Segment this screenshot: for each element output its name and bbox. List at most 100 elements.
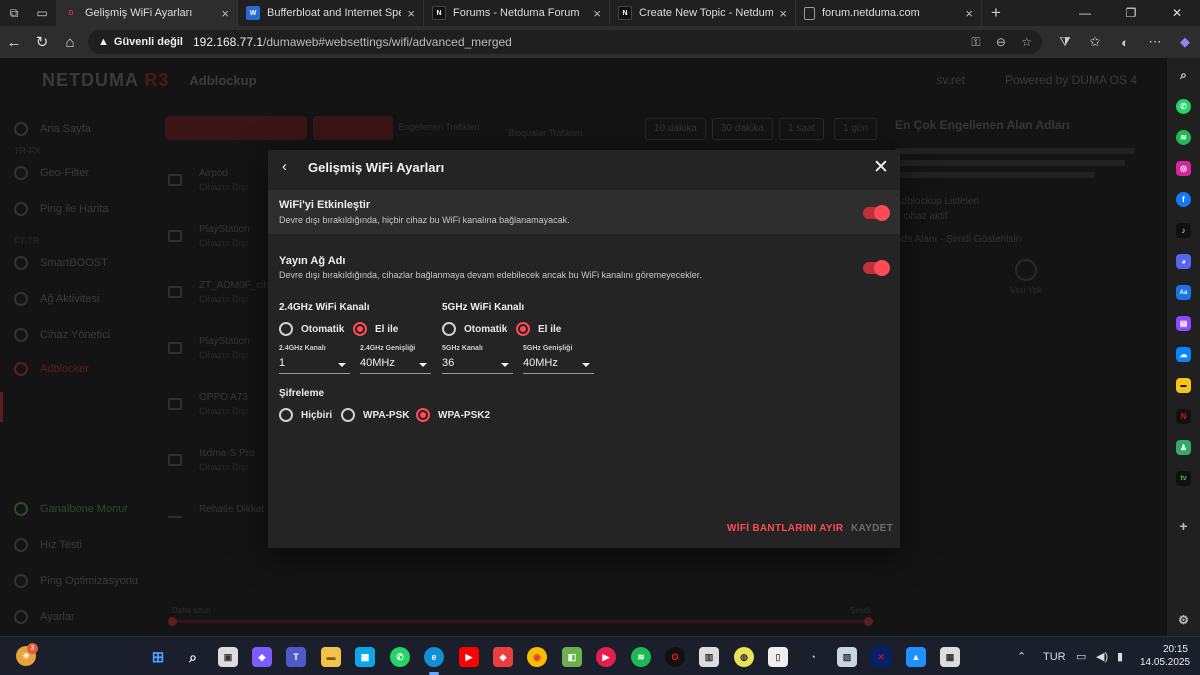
sidebar-item-smartboost[interactable]: SmartBOOST (14, 256, 108, 270)
file-explorer-icon[interactable]: ▬ (321, 647, 341, 667)
encryption-wpa-psk2-radio[interactable]: WPA-PSK2 (416, 408, 490, 422)
address-bar[interactable]: ▲ Güvenli değil 192.168.77.1/dumaweb#web… (88, 30, 1042, 54)
secondary-action-button[interactable] (313, 116, 393, 140)
close-icon[interactable]: ✕ (872, 156, 890, 178)
store-icon[interactable]: ▦ (355, 647, 375, 667)
maximize-icon[interactable]: ❐ (1108, 6, 1154, 20)
bluestacks-icon[interactable]: ◧ (562, 647, 582, 667)
band5-auto-radio[interactable]: Otomatik (442, 322, 507, 336)
home-icon[interactable]: ⌂ (56, 34, 84, 51)
tab-3[interactable]: N Create New Topic - Netduma Foru × (610, 0, 796, 26)
youtube-icon[interactable]: ▶ (459, 647, 479, 667)
opera-icon[interactable]: O (665, 647, 685, 667)
tv-icon[interactable]: tv (1176, 471, 1191, 486)
search-icon[interactable]: ⌕ (1176, 68, 1191, 83)
instagram-icon[interactable]: ◎ (1176, 161, 1191, 176)
url-text[interactable]: 192.168.77.1/dumaweb#websettings/wifi/ad… (193, 35, 959, 49)
wifi-enable-toggle[interactable] (863, 205, 890, 221)
favorites-icon[interactable]: ✩ (1080, 34, 1110, 50)
minimize-icon[interactable]: — (1062, 6, 1108, 20)
uk-flag-icon[interactable]: ✕ (871, 647, 891, 667)
primary-action-button[interactable] (165, 116, 307, 140)
close-tab-icon[interactable]: × (221, 6, 229, 21)
sidebar-item-adblocker[interactable]: Adblocker (14, 362, 89, 376)
time-slider[interactable] (168, 617, 873, 626)
copilot-icon[interactable]: ◆ (1170, 34, 1200, 50)
weather-icon[interactable]: ☁ (1176, 347, 1191, 362)
sidebar-item-ping-map[interactable]: Ping ile Harita (14, 202, 108, 216)
device-row[interactable]: ZT_ADM0F_cih Cihazın Dışı (165, 274, 270, 314)
sidebar-settings-icon[interactable]: ⚙ (1176, 612, 1191, 627)
tab-actions-icon[interactable]: ▭ (28, 0, 56, 26)
broadcast-toggle[interactable] (863, 260, 890, 276)
music-icon[interactable]: ▶ (596, 647, 616, 667)
add-icon[interactable]: + (1176, 518, 1191, 534)
anydesk-icon[interactable]: ◈ (493, 647, 513, 667)
twitch-icon[interactable]: ▤ (1176, 316, 1191, 331)
tiktok-icon[interactable]: ♪ (1176, 223, 1191, 238)
clock[interactable]: 20:15 14.05.2025 (1140, 643, 1190, 669)
tab-2[interactable]: N Forums - Netduma Forum × (424, 0, 610, 26)
range-chip[interactable]: 30 dakika (712, 118, 773, 140)
tray-chevron-icon[interactable]: ⌃ (1017, 637, 1026, 675)
display-icon[interactable]: ▭ (1076, 637, 1086, 675)
split-bands-button[interactable]: WİFİ BANTLARINI AYIR (727, 523, 843, 534)
back-icon[interactable]: ← (0, 34, 28, 51)
favorite-star-icon[interactable]: ☆ (1021, 35, 1032, 49)
slider-handle[interactable] (168, 617, 177, 626)
key-icon[interactable]: ⚿ (971, 35, 980, 49)
encryption-wpa-psk-radio[interactable]: WPA-PSK (341, 408, 409, 422)
copilot-icon[interactable]: ◆ (252, 647, 272, 667)
save-button[interactable]: KAYDET (851, 523, 893, 534)
close-tab-icon[interactable]: × (965, 6, 973, 21)
zoom-icon[interactable]: ⊖ (996, 35, 1006, 49)
discord-icon[interactable]: ◕ (1176, 254, 1191, 269)
image-viewer-icon[interactable]: ▨ (837, 647, 857, 667)
band5-channel-select[interactable]: 36 (442, 356, 513, 374)
device-row[interactable]: PlayStation Cihazın Dışı (165, 330, 270, 370)
document-icon[interactable]: ▯ (768, 647, 788, 667)
tab-1[interactable]: W Bufferbloat and Internet Speed Te × (238, 0, 424, 26)
device-row[interactable]: Rehatle Dikkat (165, 498, 270, 538)
extensions-icon[interactable]: ⧩ (1050, 34, 1080, 50)
imdb-icon[interactable]: ▬ (1176, 378, 1191, 393)
range-chip[interactable]: 1 gün (834, 118, 878, 140)
close-tab-icon[interactable]: × (779, 6, 787, 21)
band24-channel-select[interactable]: 1 (279, 356, 350, 374)
tab-0[interactable]: D Gelişmiş WiFi Ayarları × (56, 0, 238, 26)
whatsapp-icon[interactable]: ✆ (1176, 99, 1191, 114)
battery-icon[interactable]: ▮ (1117, 637, 1123, 675)
speedometer-icon[interactable]: ◔ (803, 647, 823, 667)
whatsapp-icon[interactable]: ✆ (390, 647, 410, 667)
volume-icon[interactable]: ◀) (1096, 637, 1108, 675)
sidebar-item-home[interactable]: Ana Sayfa (14, 122, 91, 136)
close-tab-icon[interactable]: × (593, 6, 601, 21)
facebook-icon[interactable]: f (1176, 192, 1191, 207)
sidebar-item-device-manager[interactable]: Cihaz Yönetici (14, 328, 110, 342)
sidebar-item-geofilter[interactable]: Geo-Filter (14, 166, 89, 180)
translate-icon[interactable]: Aa (1176, 285, 1191, 300)
new-tab-button[interactable]: + (982, 3, 1010, 23)
chrome-icon[interactable]: ◉ (527, 647, 547, 667)
band24-auto-radio[interactable]: Otomatik (279, 322, 344, 336)
device-row[interactable]: OPPO A73 Cihazın Dışı (165, 386, 270, 426)
encryption-none-radio[interactable]: Hiçbiri (279, 408, 332, 422)
games-icon[interactable]: ♟ (1176, 440, 1191, 455)
sidebar-item-settings[interactable]: Ayarlar (14, 610, 75, 624)
profile-avatar-icon[interactable]: ◐ (1110, 35, 1140, 50)
photos-icon[interactable]: ▲ (906, 647, 926, 667)
device-row[interactable]: PlayStation Cihazın Dışı (165, 218, 270, 258)
band5-width-select[interactable]: 40MHz (523, 356, 594, 374)
sidebar-item-speed-test[interactable]: Hız Testi (14, 538, 82, 552)
slider-handle[interactable] (864, 617, 873, 626)
start-icon[interactable]: ⊞ (148, 647, 168, 667)
band24-width-select[interactable]: 40MHz (360, 356, 431, 374)
close-tab-icon[interactable]: × (407, 6, 415, 21)
search-icon[interactable]: ⌕ (183, 647, 203, 667)
device-row[interactable]: Isdma-S Pro Cihazın Dışı (165, 442, 270, 482)
sidebar-item-ping-optimizer[interactable]: Ping Optimizasyonu (14, 574, 138, 588)
band24-manual-radio[interactable]: El ile (353, 322, 398, 336)
task-view-icon[interactable]: ▣ (218, 647, 238, 667)
language-indicator[interactable]: TUR (1043, 637, 1066, 675)
sidebar-item-network-activity[interactable]: Ağ Aktivitesi (14, 292, 99, 306)
